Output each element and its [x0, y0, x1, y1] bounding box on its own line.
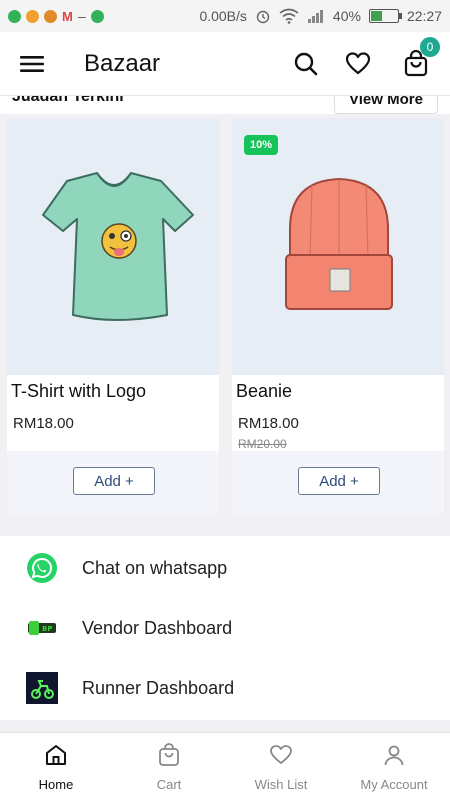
nav-label: Wish List	[254, 777, 308, 792]
product-grid: T-Shirt with Logo RM18.00 Add + 10% Bean…	[0, 114, 450, 524]
original-price: RM20.00	[238, 437, 287, 451]
wifi-icon	[279, 8, 299, 24]
heart-icon	[270, 745, 292, 764]
view-more-button[interactable]: View More	[334, 96, 438, 114]
card-footer: Add +	[7, 451, 219, 513]
nav-my-account[interactable]: My Account	[338, 733, 450, 800]
notification-icons: M –	[8, 8, 104, 24]
app-notification-icon	[26, 9, 39, 23]
whatsapp-icon	[27, 553, 57, 583]
alarm-icon	[256, 10, 270, 24]
product-image[interactable]	[7, 119, 219, 375]
app-title: Bazaar	[84, 50, 161, 77]
network-speed: 0.00B/s	[199, 8, 247, 24]
status-bar: M – 0.00B/s 40% 22:27	[0, 0, 450, 32]
add-to-cart-button[interactable]: Add +	[73, 467, 155, 495]
clock: 22:27	[406, 8, 442, 24]
app-notification-icon	[8, 9, 21, 23]
section-title: Juadah Terkini	[12, 96, 124, 105]
search-icon[interactable]	[292, 50, 320, 78]
wishlist-heart-icon[interactable]	[344, 50, 372, 78]
vendor-icon: BP	[28, 621, 56, 635]
home-icon	[46, 745, 66, 765]
product-image[interactable]: 10%	[232, 119, 444, 375]
battery-percent: 40%	[332, 8, 361, 24]
link-vendor-dashboard[interactable]: BP Vendor Dashboard	[0, 598, 450, 658]
signal-icon	[307, 10, 323, 23]
product-price: RM18.00	[238, 415, 299, 432]
account-icon	[384, 745, 404, 766]
battery-icon	[368, 9, 402, 23]
product-name[interactable]: Beanie	[236, 381, 292, 402]
beanie-image	[285, 177, 393, 310]
link-runner-dashboard[interactable]: Runner Dashboard	[0, 658, 450, 718]
link-label: Chat on whatsapp	[82, 558, 228, 578]
nav-home[interactable]: Home	[0, 733, 112, 800]
link-label: Runner Dashboard	[82, 678, 235, 698]
tshirt-image	[42, 172, 194, 321]
runner-icon	[26, 672, 58, 704]
quick-links: Chat on whatsapp BP Vendor Dashboard Run…	[0, 536, 450, 720]
app-notification-icon	[90, 9, 104, 23]
product-card[interactable]: 10% Beanie RM18.00 RM20.00 Add +	[231, 118, 445, 513]
app-notification-icon	[44, 9, 57, 23]
cart-count-badge: 0	[420, 37, 440, 57]
add-to-cart-button[interactable]: Add +	[298, 467, 380, 495]
link-chat-whatsapp[interactable]: Chat on whatsapp	[0, 538, 450, 598]
gmail-icon: M	[62, 8, 73, 24]
product-card[interactable]: T-Shirt with Logo RM18.00 Add +	[6, 118, 220, 513]
discount-badge: 10%	[244, 135, 279, 155]
app-bar: Bazaar 0	[0, 32, 450, 96]
svg-text:BP: BP	[42, 625, 52, 633]
product-name[interactable]: T-Shirt with Logo	[11, 381, 146, 402]
nav-label: Cart	[156, 777, 182, 792]
nav-label: Home	[38, 777, 74, 792]
card-footer: Add +	[232, 451, 444, 513]
product-price: RM18.00	[13, 415, 74, 432]
menu-icon[interactable]	[20, 54, 44, 74]
dash-icon: –	[77, 8, 86, 24]
cart-icon	[159, 743, 179, 766]
bottom-navigation: Home Cart Wish List My Account	[0, 732, 450, 800]
link-label: Vendor Dashboard	[82, 618, 233, 638]
nav-cart[interactable]: Cart	[113, 733, 225, 800]
nav-wish-list[interactable]: Wish List	[225, 733, 337, 800]
nav-label: My Account	[360, 777, 428, 792]
